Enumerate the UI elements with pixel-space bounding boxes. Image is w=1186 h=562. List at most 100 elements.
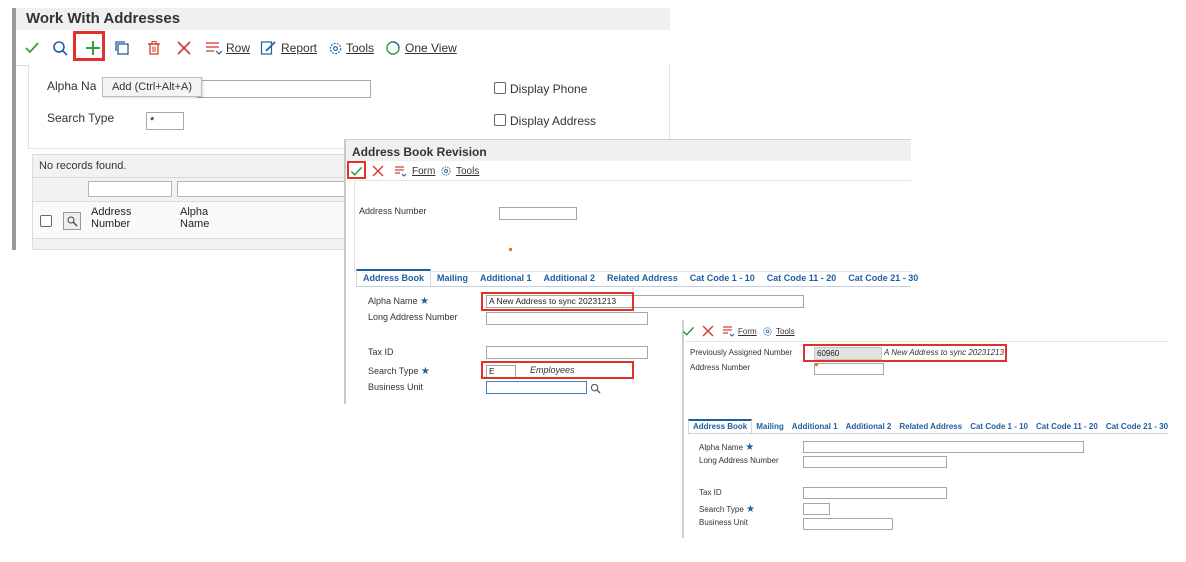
form-menu-button[interactable]: Form xyxy=(738,322,757,340)
cancel-icon[interactable] xyxy=(372,162,384,180)
business-unit-label: Business Unit xyxy=(699,518,748,527)
business-unit-label: Business Unit xyxy=(368,382,424,392)
tab-mailing[interactable]: Mailing xyxy=(431,271,474,286)
tab-strip: Address Book Mailing Additional 1 Additi… xyxy=(356,269,924,286)
long-address-input[interactable] xyxy=(486,312,648,325)
display-phone-label: Display Phone xyxy=(510,82,588,96)
select-all-checkbox[interactable] xyxy=(40,215,52,227)
tab-additional-1[interactable]: Additional 1 xyxy=(788,421,842,433)
form-menu-button[interactable]: Form xyxy=(412,162,435,180)
one-view-button[interactable]: One View xyxy=(405,30,457,66)
address-number-input[interactable] xyxy=(814,363,884,375)
search-icon[interactable] xyxy=(590,381,601,399)
required-marker xyxy=(815,363,818,366)
form-menu-icon[interactable] xyxy=(722,322,736,340)
previously-assigned-label: Previously Assigned Number xyxy=(690,348,793,357)
column-header-address-number[interactable]: Address Number xyxy=(91,206,151,230)
grid-tools-icon[interactable] xyxy=(63,212,81,230)
alpha-name-label: Alpha Name ★ xyxy=(699,442,755,453)
alpha-name-input[interactable] xyxy=(803,441,1084,453)
long-address-label: Long Address Number xyxy=(699,456,779,465)
search-type-label: Search Type xyxy=(47,111,115,125)
ok-check-icon[interactable] xyxy=(350,162,363,180)
report-icon[interactable] xyxy=(258,30,278,66)
business-unit-input[interactable] xyxy=(486,381,587,394)
gear-icon[interactable] xyxy=(762,322,773,340)
tools-button[interactable]: Tools xyxy=(456,162,479,180)
tab-cat-code-21-30[interactable]: Cat Code 21 - 30 xyxy=(1102,421,1172,433)
long-address-input[interactable] xyxy=(803,456,947,468)
tab-cat-code-1-10[interactable]: Cat Code 1 - 10 xyxy=(966,421,1032,433)
tab-additional-1[interactable]: Additional 1 xyxy=(474,271,538,286)
delete-icon[interactable] xyxy=(144,30,164,66)
gear-icon[interactable] xyxy=(326,30,344,66)
address-number-label: Address Number xyxy=(359,206,427,216)
grid-status: No records found. xyxy=(39,160,127,172)
search-type-label: Search Type ★ xyxy=(699,504,755,515)
search-type-input[interactable] xyxy=(803,503,830,515)
tab-divider xyxy=(688,433,1168,434)
tab-related-address[interactable]: Related Address xyxy=(895,421,966,433)
header-section: Address Number xyxy=(354,180,911,272)
tax-id-input[interactable] xyxy=(486,346,648,359)
display-phone-checkbox[interactable] xyxy=(494,82,506,94)
search-type-description: Employees xyxy=(530,365,575,375)
previously-assigned-value: 60960 xyxy=(814,347,882,360)
address-number-label: Address Number xyxy=(690,363,751,372)
ok-check-icon[interactable] xyxy=(682,322,695,340)
tab-cat-code-1-10[interactable]: Cat Code 1 - 10 xyxy=(684,271,761,286)
alpha-name-filter-input[interactable] xyxy=(177,181,347,197)
tab-related-address[interactable]: Related Address xyxy=(601,271,684,286)
alpha-name-input[interactable] xyxy=(197,80,371,98)
required-marker xyxy=(509,248,512,251)
one-view-icon[interactable] xyxy=(384,30,402,66)
business-unit-input[interactable] xyxy=(803,518,893,530)
tax-id-input[interactable] xyxy=(803,487,947,499)
add-icon[interactable] xyxy=(82,30,104,66)
tab-cat-code-11-20[interactable]: Cat Code 11 - 20 xyxy=(1032,421,1102,433)
add-tooltip: Add (Ctrl+Alt+A) xyxy=(102,77,202,97)
window-edge xyxy=(344,139,346,404)
tax-id-label: Tax ID xyxy=(699,488,722,497)
tab-cat-code-21-30[interactable]: Cat Code 21 - 30 xyxy=(842,271,924,286)
search-type-label: Search Type ★ xyxy=(368,366,430,377)
window-edge xyxy=(682,320,684,538)
cancel-icon[interactable] xyxy=(702,322,714,340)
tab-strip: Address Book Mailing Additional 1 Additi… xyxy=(688,419,1172,433)
revision-title: Address Book Revision xyxy=(346,139,911,161)
tab-divider xyxy=(356,286,911,287)
copy-icon[interactable] xyxy=(112,30,132,66)
select-check-icon[interactable] xyxy=(22,30,42,66)
previously-assigned-description: A New Address to sync 20231213 xyxy=(884,348,1004,357)
tab-additional-2[interactable]: Additional 2 xyxy=(538,271,602,286)
close-icon[interactable] xyxy=(174,30,194,66)
tools-button[interactable]: Tools xyxy=(346,30,374,66)
alpha-name-label: Alpha Name ★ xyxy=(368,296,430,307)
display-address-label: Display Address xyxy=(510,114,597,128)
tools-button[interactable]: Tools xyxy=(776,322,795,340)
page-title: Work With Addresses xyxy=(16,8,670,30)
search-icon[interactable] xyxy=(50,30,70,66)
main-toolbar: Row Report Tools One View xyxy=(16,30,670,66)
tab-mailing[interactable]: Mailing xyxy=(752,421,788,433)
tab-address-book[interactable]: Address Book xyxy=(356,269,432,286)
display-address-checkbox[interactable] xyxy=(494,114,506,126)
alpha-name-label: Alpha Na xyxy=(47,79,97,93)
address-number-input[interactable] xyxy=(499,207,577,220)
address-book-revision-saved-window: Form Tools Previously Assigned Number 60… xyxy=(682,320,1168,538)
search-type-input[interactable]: E xyxy=(486,365,516,378)
address-number-filter-input[interactable] xyxy=(88,181,172,197)
tab-additional-2[interactable]: Additional 2 xyxy=(842,421,896,433)
form-menu-icon[interactable] xyxy=(394,162,408,180)
tab-address-book[interactable]: Address Book xyxy=(688,419,753,433)
alpha-name-input[interactable]: A New Address to sync 20231213 xyxy=(486,295,804,308)
column-header-alpha-name[interactable]: Alpha Name xyxy=(180,206,220,230)
search-type-input[interactable] xyxy=(146,112,184,130)
gear-icon[interactable] xyxy=(440,162,452,180)
row-menu-icon[interactable] xyxy=(204,30,224,66)
tab-cat-code-11-20[interactable]: Cat Code 11 - 20 xyxy=(761,271,843,286)
long-address-label: Long Address Number xyxy=(368,312,458,322)
row-menu-button[interactable]: Row xyxy=(226,30,250,66)
tax-id-label: Tax ID xyxy=(368,347,394,357)
report-button[interactable]: Report xyxy=(281,30,317,66)
